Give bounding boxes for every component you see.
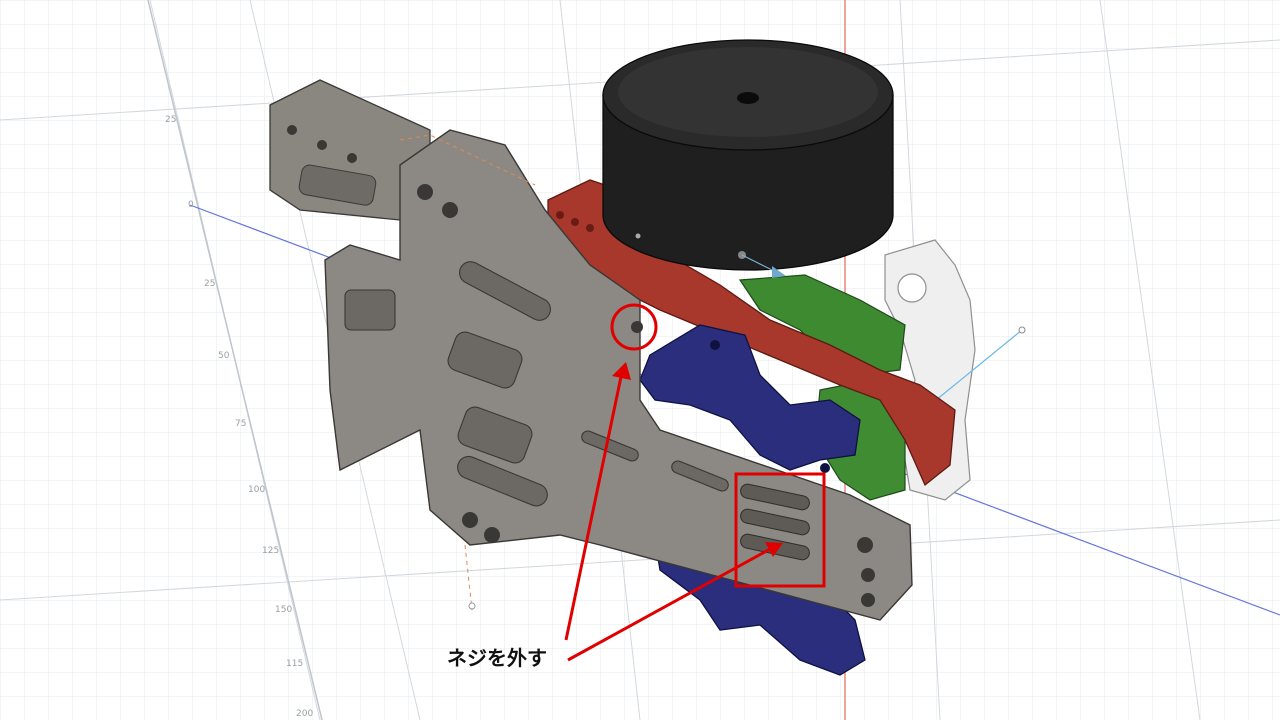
ruler-tick: 100	[248, 485, 265, 495]
ruler-tick: 0	[188, 200, 194, 210]
3d-viewport[interactable]: 25 0 25 50 75 100 125 150 115 200 ネジを外す	[0, 0, 1280, 721]
origin-point	[468, 602, 476, 610]
ruler-tick: 50	[218, 351, 230, 361]
motor-cylinder[interactable]	[602, 39, 894, 278]
ruler-tick: 25	[204, 279, 215, 289]
annotation-label: ネジを外す	[447, 646, 547, 670]
viewport-canvas[interactable]: 25 0 25 50 75 100 125 150 115 200 ネジを外す	[0, 0, 1280, 721]
ruler-tick: 125	[262, 546, 279, 556]
ruler-tick: 25	[165, 115, 176, 125]
ruler-tick: 200	[296, 709, 313, 719]
ruler-tick: 115	[286, 659, 303, 669]
ruler-tick: 75	[235, 419, 246, 429]
ruler-tick: 150	[275, 605, 292, 615]
